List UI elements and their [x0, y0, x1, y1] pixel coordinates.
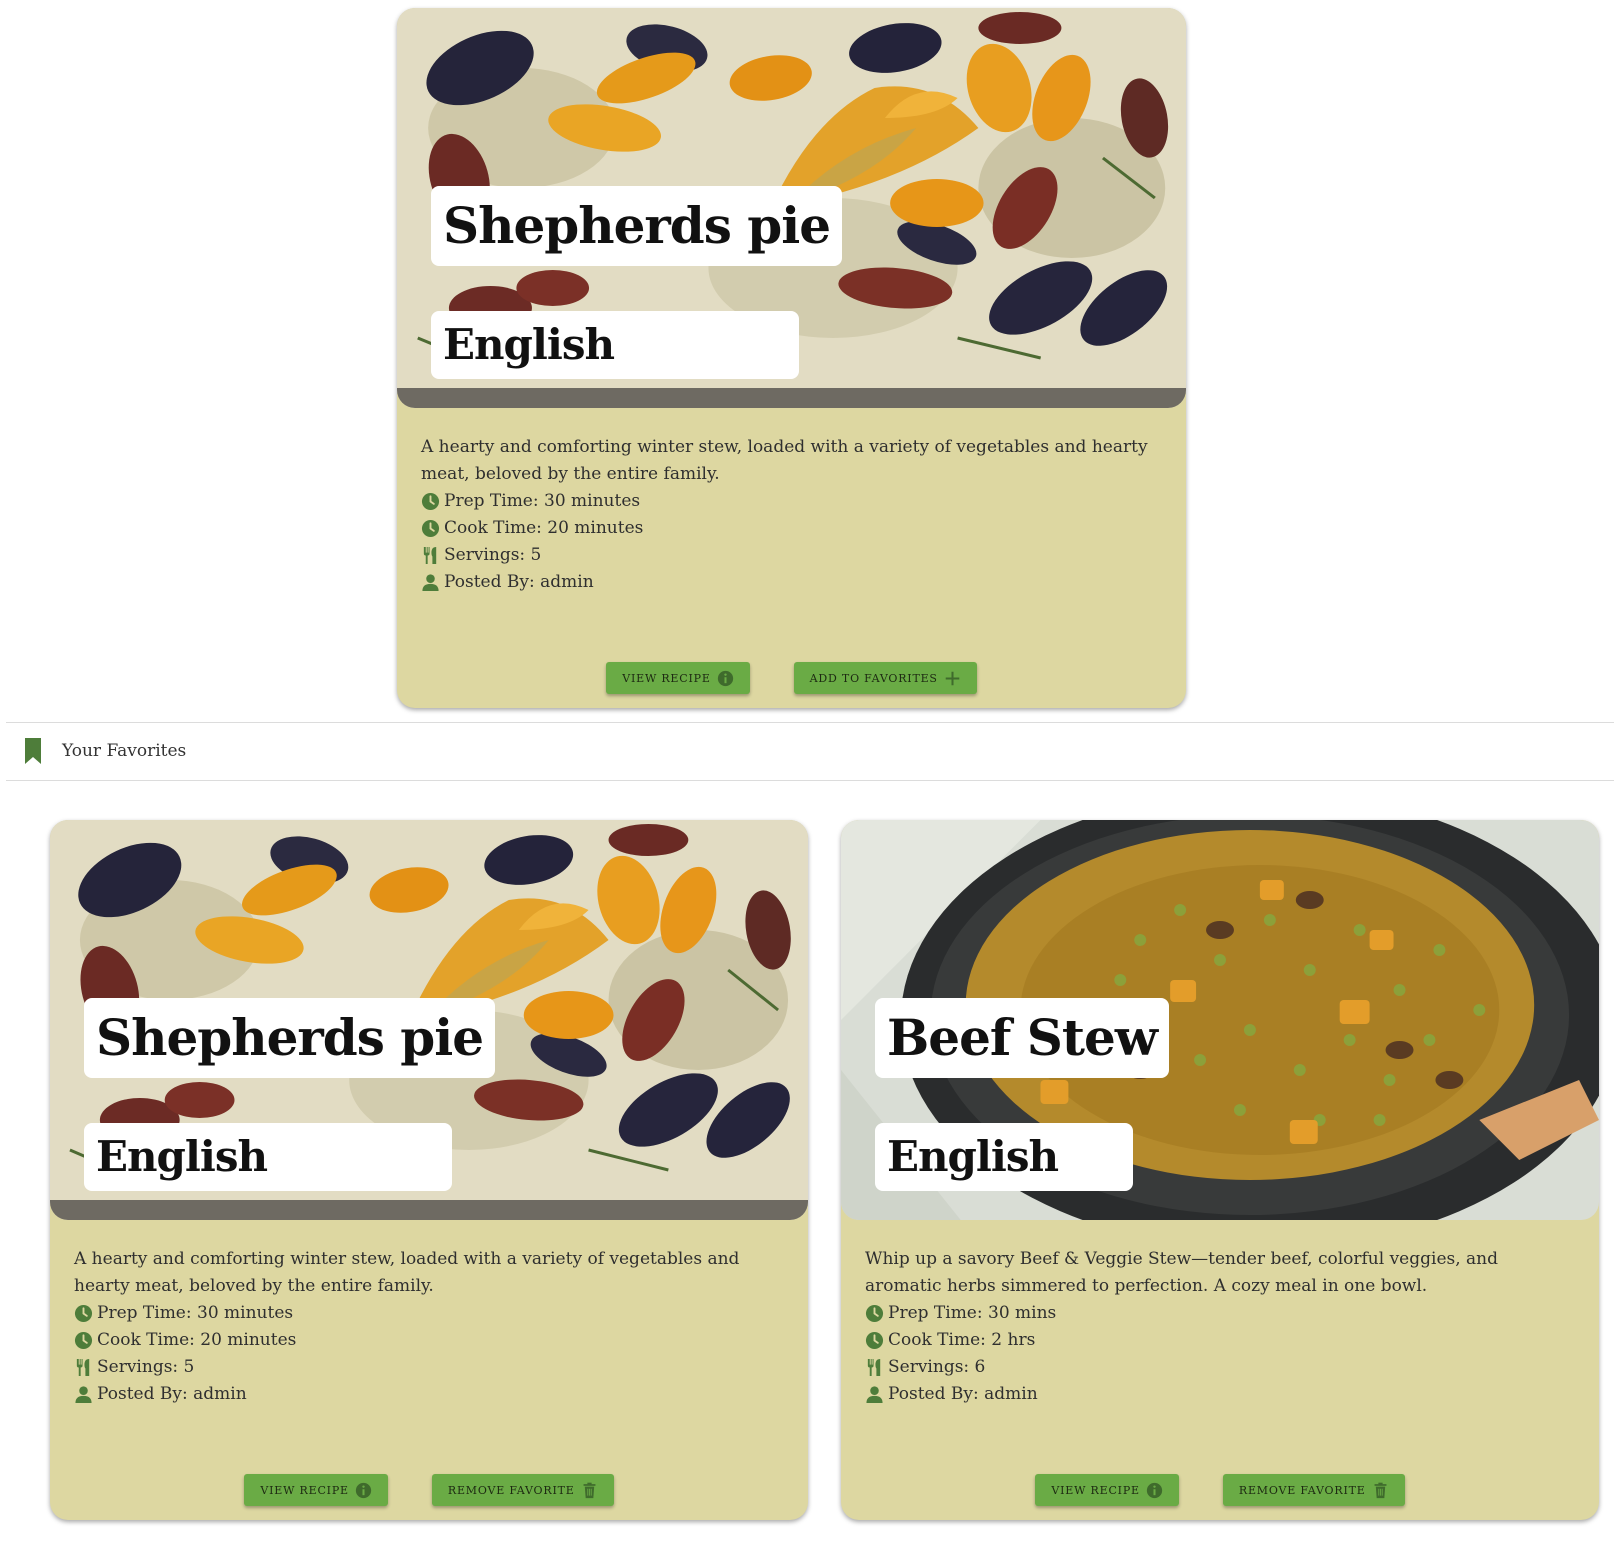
recipe-cuisine: English — [431, 311, 799, 379]
servings: Servings: 5 — [97, 1357, 195, 1377]
add-to-favorites-button[interactable]: ADD TO FAVORITES — [793, 662, 977, 694]
trash-icon — [581, 1482, 598, 1499]
recipe-details: Whip up a savory Beef & Veggie Stew—tend… — [865, 1246, 1575, 1408]
posted-by: Posted By: admin — [888, 1384, 1038, 1404]
recipe-card-featured: Shepherds pie English A hearty and comfo… — [397, 8, 1186, 708]
utensils-icon — [421, 546, 440, 565]
favorites-title: Your Favorites — [62, 741, 187, 761]
utensils-icon — [865, 1358, 884, 1377]
recipe-description: Whip up a savory Beef & Veggie Stew—tend… — [865, 1249, 1499, 1296]
prep-time: Prep Time: 30 mins — [888, 1303, 1057, 1323]
cook-time: Cook Time: 20 minutes — [444, 518, 644, 538]
view-recipe-button[interactable]: VIEW RECIPE — [244, 1474, 388, 1506]
clock-icon — [421, 519, 440, 538]
prep-time: Prep Time: 30 minutes — [97, 1303, 294, 1323]
servings: Servings: 6 — [888, 1357, 986, 1377]
clock-icon — [421, 492, 440, 511]
recipe-details: A hearty and comforting winter stew, loa… — [74, 1246, 784, 1408]
info-icon — [1146, 1482, 1163, 1499]
clock-icon — [865, 1331, 884, 1350]
card-actions: VIEW RECIPE ADD TO FAVORITES — [397, 662, 1186, 694]
card-actions: VIEW RECIPE REMOVE FAVORITE — [50, 1474, 808, 1506]
cook-time: Cook Time: 2 hrs — [888, 1330, 1036, 1350]
add-to-favorites-label: ADD TO FAVORITES — [809, 671, 938, 685]
view-recipe-button[interactable]: VIEW RECIPE — [1035, 1474, 1179, 1506]
bookmark-icon — [22, 738, 44, 764]
recipe-cuisine: English — [875, 1123, 1133, 1191]
recipe-title: Shepherds pie — [84, 998, 496, 1078]
prep-time: Prep Time: 30 minutes — [444, 491, 641, 511]
card-actions: VIEW RECIPE REMOVE FAVORITE — [841, 1474, 1599, 1506]
recipe-title: Beef Stew — [875, 998, 1169, 1078]
favorites-header: Your Favorites — [22, 738, 186, 764]
user-icon — [865, 1385, 884, 1404]
remove-favorite-button[interactable]: REMOVE FAVORITE — [1222, 1474, 1405, 1506]
recipe-title: Shepherds pie — [431, 186, 843, 266]
favorite-card: Beef Stew English Whip up a savory Beef … — [841, 820, 1599, 1520]
recipe-description: A hearty and comforting winter stew, loa… — [74, 1249, 740, 1296]
recipe-cuisine: English — [84, 1123, 452, 1191]
view-recipe-label: VIEW RECIPE — [1051, 1483, 1140, 1497]
user-icon — [421, 573, 440, 592]
divider — [6, 722, 1614, 723]
posted-by: Posted By: admin — [97, 1384, 247, 1404]
divider — [6, 780, 1614, 781]
remove-favorite-label: REMOVE FAVORITE — [1238, 1483, 1366, 1497]
cook-time: Cook Time: 20 minutes — [97, 1330, 297, 1350]
view-recipe-button[interactable]: VIEW RECIPE — [606, 662, 750, 694]
servings: Servings: 5 — [444, 545, 542, 565]
plus-icon — [944, 670, 961, 687]
clock-icon — [74, 1304, 93, 1323]
view-recipe-label: VIEW RECIPE — [260, 1483, 349, 1497]
clock-icon — [865, 1304, 884, 1323]
posted-by: Posted By: admin — [444, 572, 594, 592]
trash-icon — [1372, 1482, 1389, 1499]
remove-favorite-label: REMOVE FAVORITE — [447, 1483, 575, 1497]
clock-icon — [74, 1331, 93, 1350]
utensils-icon — [74, 1358, 93, 1377]
recipe-description: A hearty and comforting winter stew, loa… — [421, 437, 1148, 484]
info-icon — [355, 1482, 372, 1499]
remove-favorite-button[interactable]: REMOVE FAVORITE — [431, 1474, 614, 1506]
recipe-details: A hearty and comforting winter stew, loa… — [421, 434, 1162, 596]
info-icon — [717, 670, 734, 687]
user-icon — [74, 1385, 93, 1404]
favorite-card: Shepherds pie English A hearty and comfo… — [50, 820, 808, 1520]
view-recipe-label: VIEW RECIPE — [622, 671, 711, 685]
